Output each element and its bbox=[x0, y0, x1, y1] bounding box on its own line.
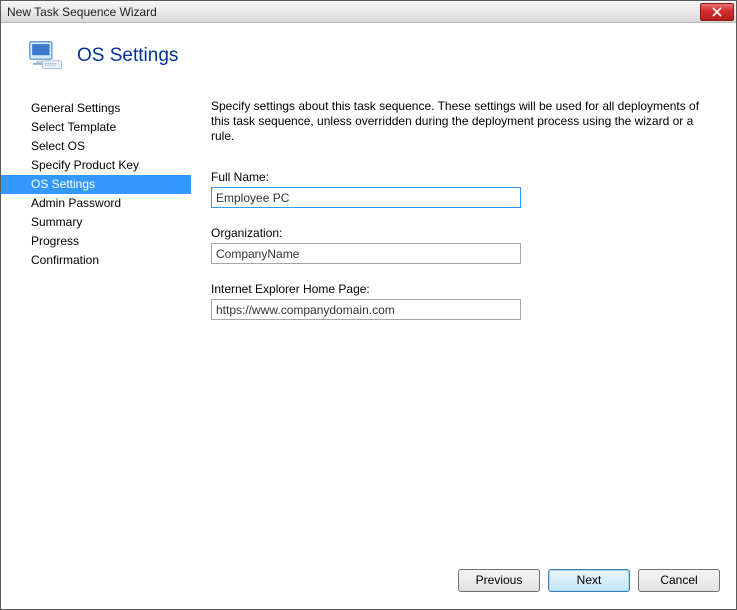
full-name-group: Full Name: bbox=[211, 170, 716, 208]
sidebar-item-select-template[interactable]: Select Template bbox=[1, 118, 191, 137]
full-name-input[interactable] bbox=[211, 187, 521, 208]
window-title: New Task Sequence Wizard bbox=[7, 5, 700, 19]
titlebar: New Task Sequence Wizard bbox=[1, 1, 736, 23]
wizard-footer: Previous Next Cancel bbox=[1, 559, 736, 609]
full-name-label: Full Name: bbox=[211, 170, 716, 184]
organization-input[interactable] bbox=[211, 243, 521, 264]
cancel-button[interactable]: Cancel bbox=[638, 569, 720, 592]
close-button[interactable] bbox=[700, 3, 734, 21]
wizard-header: OS Settings bbox=[1, 23, 736, 93]
organization-group: Organization: bbox=[211, 226, 716, 264]
sidebar-item-general-settings[interactable]: General Settings bbox=[1, 99, 191, 118]
computer-icon bbox=[25, 37, 63, 75]
sidebar-item-specify-product-key[interactable]: Specify Product Key bbox=[1, 156, 191, 175]
ie-home-label: Internet Explorer Home Page: bbox=[211, 282, 716, 296]
close-icon bbox=[712, 7, 722, 17]
wizard-window: New Task Sequence Wizard OS Settings Gen… bbox=[0, 0, 737, 610]
page-description: Specify settings about this task sequenc… bbox=[211, 99, 716, 144]
sidebar-item-summary[interactable]: Summary bbox=[1, 213, 191, 232]
sidebar-item-select-os[interactable]: Select OS bbox=[1, 137, 191, 156]
sidebar-item-confirmation[interactable]: Confirmation bbox=[1, 251, 191, 270]
wizard-body: General Settings Select Template Select … bbox=[1, 93, 736, 559]
wizard-sidebar: General Settings Select Template Select … bbox=[1, 93, 191, 559]
ie-home-group: Internet Explorer Home Page: bbox=[211, 282, 716, 320]
ie-home-input[interactable] bbox=[211, 299, 521, 320]
wizard-main: Specify settings about this task sequenc… bbox=[191, 93, 736, 559]
sidebar-item-progress[interactable]: Progress bbox=[1, 232, 191, 251]
next-button[interactable]: Next bbox=[548, 569, 630, 592]
previous-button[interactable]: Previous bbox=[458, 569, 540, 592]
sidebar-item-admin-password[interactable]: Admin Password bbox=[1, 194, 191, 213]
sidebar-item-os-settings[interactable]: OS Settings bbox=[1, 175, 191, 194]
page-title: OS Settings bbox=[77, 45, 178, 67]
organization-label: Organization: bbox=[211, 226, 716, 240]
